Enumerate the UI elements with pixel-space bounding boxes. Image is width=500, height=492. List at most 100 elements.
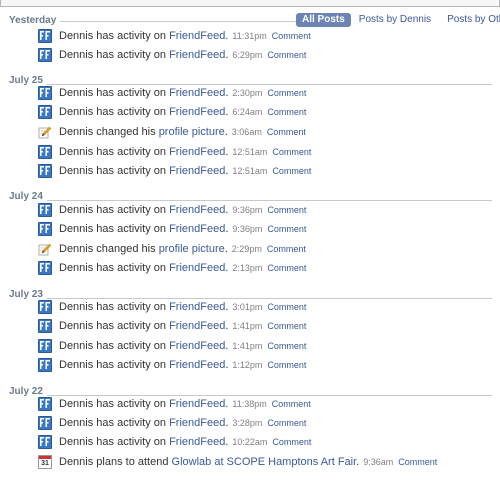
tab-posts-by-dennis[interactable]: Posts by Dennis (354, 13, 436, 27)
comment-link[interactable]: Comment (267, 418, 306, 428)
story-punctuation: . (225, 301, 229, 313)
comment-link[interactable]: Comment (272, 437, 311, 447)
comment-link[interactable]: Comment (267, 127, 306, 137)
comment-link[interactable]: Comment (267, 263, 306, 273)
story-target-link[interactable]: profile picture (159, 126, 225, 138)
feed-story: Dennis has activity on FriendFeed. 6:29pm… (38, 46, 306, 64)
comment-link[interactable]: Comment (272, 31, 311, 41)
friendfeed-icon (38, 145, 52, 159)
story-text: Dennis has activity on FriendFeed. (59, 262, 228, 274)
friendfeed-icon (38, 261, 52, 275)
feed-story: Dennis has activity on FriendFeed. 9:36pm… (38, 220, 306, 238)
story-timestamp: 3:01pm (232, 302, 263, 312)
story-target-link[interactable]: FriendFeed (169, 417, 225, 429)
story-target-link[interactable]: FriendFeed (169, 165, 225, 177)
story-verb: plans to attend (96, 456, 172, 468)
story-target-link[interactable]: Glowlab at SCOPE Hamptons Art Fair (172, 456, 357, 468)
comment-link[interactable]: Comment (267, 244, 306, 254)
story-text: Dennis changed his profile picture. (59, 126, 228, 138)
comment-link[interactable]: Comment (272, 399, 311, 409)
story-target-link[interactable]: FriendFeed (169, 223, 225, 235)
comment-link[interactable]: Comment (272, 166, 311, 176)
pencil-icon (38, 242, 52, 256)
story-actor: Dennis (59, 436, 97, 448)
feed-story: Dennis has activity on FriendFeed. 10:22a… (38, 433, 311, 451)
day-label: July 22 (9, 386, 47, 397)
story-actor: Dennis (59, 223, 97, 235)
story-target-link[interactable]: FriendFeed (169, 30, 225, 42)
day-label-yesterday: Yesterday (9, 15, 61, 26)
story-punctuation: . (224, 126, 228, 138)
story-timestamp: 1:41pm (232, 321, 263, 331)
tab-posts-by-others[interactable]: Posts by Others (442, 13, 500, 27)
story-text: Dennis has activity on FriendFeed. (59, 146, 228, 158)
story-text: Dennis has activity on FriendFeed. (59, 87, 228, 99)
story-target-link[interactable]: FriendFeed (169, 204, 225, 216)
feed-story: Dennis has activity on FriendFeed. 11:38p… (38, 395, 311, 413)
comment-link[interactable]: Comment (267, 360, 306, 370)
story-target-link[interactable]: FriendFeed (169, 398, 225, 410)
comment-link[interactable]: Comment (272, 147, 311, 157)
story-target-link[interactable]: FriendFeed (169, 359, 225, 371)
comment-link[interactable]: Comment (398, 457, 437, 467)
feed-story: Dennis has activity on FriendFeed. 12:51a… (38, 143, 311, 161)
story-actor: Dennis (59, 262, 97, 274)
story-verb: has activity on (96, 359, 170, 371)
feed-story: 31 Dennis plans to attend Glowlab at SCOP… (38, 453, 437, 471)
story-punctuation: . (225, 359, 229, 371)
story-text: Dennis has activity on FriendFeed. (59, 30, 228, 42)
story-actor: Dennis (59, 359, 97, 371)
story-verb: has activity on (96, 204, 170, 216)
story-timestamp: 10:22am (232, 437, 268, 447)
comment-link[interactable]: Comment (267, 341, 306, 351)
story-verb: has activity on (96, 398, 170, 410)
story-target-link[interactable]: FriendFeed (169, 146, 225, 158)
story-target-link[interactable]: FriendFeed (169, 320, 225, 332)
story-verb: changed his (96, 126, 159, 138)
story-text: Dennis has activity on FriendFeed. (59, 340, 228, 352)
friendfeed-icon (38, 86, 52, 100)
story-target-link[interactable]: profile picture (159, 243, 225, 255)
story-actor: Dennis (59, 49, 97, 61)
story-punctuation: . (225, 49, 229, 61)
comment-link[interactable]: Comment (267, 302, 306, 312)
story-punctuation: . (225, 417, 229, 429)
feed-story: Dennis has activity on FriendFeed. 2:13pm… (38, 259, 306, 277)
tab-all-posts[interactable]: All Posts (296, 13, 351, 27)
story-punctuation: . (225, 320, 229, 332)
story-target-link[interactable]: FriendFeed (169, 106, 225, 118)
story-text: Dennis plans to attend Glowlab at SCOPE … (59, 456, 359, 468)
story-text: Dennis has activity on FriendFeed. (59, 301, 228, 313)
story-timestamp: 9:36pm (232, 205, 263, 215)
story-text: Dennis has activity on FriendFeed. (59, 223, 228, 235)
friendfeed-icon (38, 222, 52, 236)
comment-link[interactable]: Comment (267, 50, 306, 60)
story-target-link[interactable]: FriendFeed (169, 49, 225, 61)
story-timestamp: 11:38pm (232, 399, 267, 409)
feed-story: Dennis has activity on FriendFeed. 12:51a… (38, 162, 311, 180)
story-actor: Dennis (59, 30, 97, 42)
story-target-link[interactable]: FriendFeed (169, 87, 225, 99)
story-target-link[interactable]: FriendFeed (169, 301, 225, 313)
story-target-link[interactable]: FriendFeed (169, 436, 225, 448)
story-punctuation: . (225, 262, 229, 274)
friendfeed-icon (38, 358, 52, 372)
comment-link[interactable]: Comment (267, 205, 306, 215)
comment-link[interactable]: Comment (267, 107, 306, 117)
story-punctuation: . (225, 436, 229, 448)
feed-story: Dennis has activity on FriendFeed. 2:30pm… (38, 84, 306, 102)
story-timestamp: 9:36pm (232, 224, 263, 234)
story-punctuation: . (225, 30, 229, 42)
story-target-link[interactable]: FriendFeed (169, 340, 225, 352)
story-target-link[interactable]: FriendFeed (169, 262, 225, 274)
story-punctuation: . (224, 243, 228, 255)
story-verb: has activity on (96, 436, 170, 448)
story-actor: Dennis (59, 301, 97, 313)
comment-link[interactable]: Comment (267, 88, 306, 98)
story-actor: Dennis (59, 243, 97, 255)
friendfeed-icon (38, 300, 52, 314)
filter-bar: Yesterday All Posts Posts by Dennis Post… (0, 13, 500, 27)
comment-link[interactable]: Comment (267, 321, 306, 331)
comment-link[interactable]: Comment (267, 224, 306, 234)
story-timestamp: 3:28pm (232, 418, 263, 428)
